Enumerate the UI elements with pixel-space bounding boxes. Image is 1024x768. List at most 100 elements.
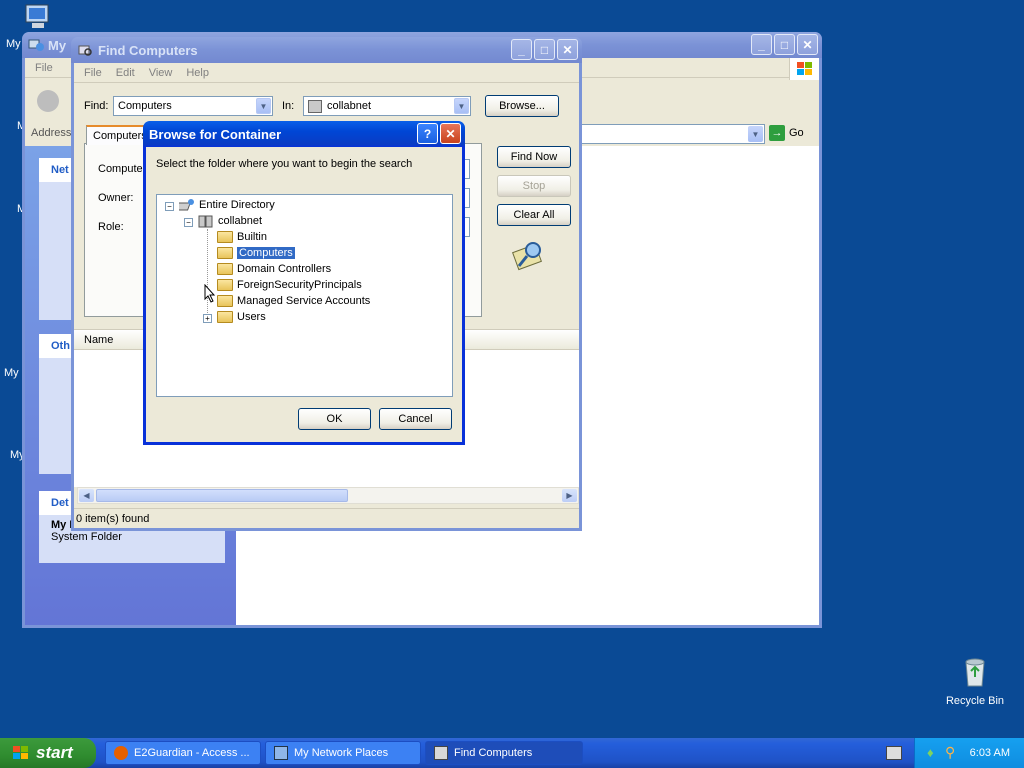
tree-label-computers: Computers	[237, 247, 295, 259]
clear-all-button[interactable]: Clear All	[497, 204, 571, 226]
find-titlebar[interactable]: Find Computers _ □ ✕	[71, 37, 582, 63]
tree-node-foreign-security-principals[interactable]: ForeignSecurityPrincipals	[217, 277, 362, 293]
windows-flag-icon	[13, 746, 28, 759]
scroll-right-button[interactable]: ▶	[562, 489, 577, 502]
find-menu-view[interactable]: View	[143, 65, 179, 81]
clock[interactable]: 6:03 AM	[970, 747, 1010, 759]
tree-node-domain-controllers[interactable]: Domain Controllers	[217, 261, 331, 277]
my-computer-desktop-icon[interactable]	[22, 2, 54, 32]
chevron-down-icon[interactable]: ▼	[256, 98, 271, 114]
task-find-computers[interactable]: Find Computers	[425, 741, 583, 765]
tree-node-users[interactable]: Users	[217, 309, 266, 325]
tab-computers[interactable]: Computers	[86, 125, 150, 145]
explorer-title: My	[48, 37, 67, 53]
firefox-icon	[114, 746, 128, 760]
tree-label-domain: collabnet	[218, 215, 263, 227]
back-button[interactable]	[37, 90, 59, 112]
ok-button[interactable]: OK	[298, 408, 371, 430]
explorer-maximize-button[interactable]: □	[774, 34, 795, 55]
tree-label-root: Entire Directory	[199, 199, 275, 211]
in-location-value: collabnet	[327, 100, 372, 112]
find-computers-icon	[434, 746, 448, 760]
find-close-button[interactable]: ✕	[557, 39, 578, 60]
in-label: In:	[282, 100, 295, 112]
task-find-computers-label: Find Computers	[454, 747, 533, 759]
network-tray-icon[interactable]: ♦	[927, 745, 941, 761]
find-menu-file[interactable]: File	[78, 65, 108, 81]
windows-logo-icon	[796, 62, 812, 75]
browse-button[interactable]: Browse...	[485, 95, 559, 117]
recycle-bin-label: Recycle Bin	[945, 695, 1005, 707]
mouse-cursor-icon	[204, 284, 216, 303]
find-computers-icon	[78, 45, 92, 56]
scroll-thumb[interactable]	[96, 489, 348, 502]
results-hscrollbar[interactable]: ◀ ▶	[77, 487, 579, 504]
find-menu-edit[interactable]: Edit	[110, 65, 141, 81]
tree-collapse-domain[interactable]: −	[184, 218, 193, 227]
task-my-network-places-label: My Network Places	[294, 747, 389, 759]
go-label: Go	[789, 127, 804, 139]
desktop-label-1: My	[6, 38, 21, 50]
explorer-close-button[interactable]: ✕	[797, 34, 818, 55]
task-e2guardian[interactable]: E2Guardian - Access ...	[105, 741, 261, 765]
status-text: 0 item(s) found	[76, 513, 150, 525]
go-arrow-icon: →	[769, 125, 785, 141]
browse-titlebar[interactable]: Browse for Container ? ✕	[143, 121, 465, 147]
browse-title: Browse for Container	[149, 126, 282, 142]
search-animation-icon	[512, 242, 542, 271]
help-button[interactable]: ?	[417, 123, 438, 144]
domain-icon	[198, 215, 213, 228]
tree-collapse-root[interactable]: −	[165, 202, 174, 211]
tree-label-builtin: Builtin	[237, 231, 267, 243]
tree-node-managed-service-accounts[interactable]: Managed Service Accounts	[217, 293, 370, 309]
status-bar: 0 item(s) found	[74, 508, 579, 528]
recycle-bin-icon	[965, 658, 985, 687]
find-type-value: Computers	[118, 100, 172, 112]
recycle-bin-desktop-icon[interactable]: Recycle Bin	[940, 656, 1010, 707]
stop-button[interactable]: Stop	[497, 175, 571, 197]
computer-name-label: Compute	[98, 163, 143, 175]
browse-close-button[interactable]: ✕	[440, 123, 461, 144]
tree-label-managed-service-accounts: Managed Service Accounts	[237, 295, 371, 307]
address-field[interactable]: ▼	[581, 124, 765, 144]
desktop-label-4: My	[4, 367, 19, 379]
browse-instructions: Select the folder where you want to begi…	[156, 158, 413, 170]
scroll-left-button[interactable]: ◀	[79, 489, 94, 502]
tree-node-builtin[interactable]: Builtin	[217, 229, 267, 245]
tree-node-computers[interactable]: Computers	[217, 245, 295, 261]
folder-icon	[217, 311, 233, 323]
go-button[interactable]: → Go	[769, 125, 804, 141]
find-label: Find:	[84, 100, 109, 112]
address-dropdown-arrow[interactable]: ▼	[748, 126, 763, 142]
find-maximize-button[interactable]: □	[534, 39, 555, 60]
find-menubar: File Edit View Help	[74, 63, 579, 83]
language-bar-icon[interactable]	[886, 746, 902, 760]
folder-icon	[217, 295, 233, 307]
search-tray-icon[interactable]: ⚲	[945, 744, 955, 761]
find-now-button[interactable]: Find Now	[497, 146, 571, 168]
find-minimize-button[interactable]: _	[511, 39, 532, 60]
task-my-network-places[interactable]: My Network Places	[265, 741, 421, 765]
cancel-button[interactable]: Cancel	[379, 408, 452, 430]
start-button[interactable]: start	[0, 738, 96, 768]
chevron-down-icon[interactable]: ▼	[454, 98, 469, 114]
tree-guide-line	[207, 229, 208, 319]
find-menu-help[interactable]: Help	[180, 65, 215, 81]
tree-node-collabnet[interactable]: collabnet	[198, 213, 262, 229]
folder-icon	[217, 247, 233, 259]
tree-label-users: Users	[237, 311, 266, 323]
explorer-menu-file[interactable]: File	[29, 60, 59, 76]
explorer-minimize-button[interactable]: _	[751, 34, 772, 55]
system-tray: ♦ ⚲ 6:03 AM	[914, 738, 1024, 768]
folder-icon	[217, 279, 233, 291]
domain-controllers-folder-icon	[217, 263, 233, 275]
tree-node-entire-directory[interactable]: Entire Directory	[179, 197, 275, 213]
directory-icon	[179, 199, 194, 211]
container-tree[interactable]: − Entire Directory − collabnet Builtin C…	[156, 194, 453, 397]
start-label: start	[36, 743, 73, 762]
computer-icon	[25, 4, 49, 28]
owner-label: Owner:	[98, 192, 134, 204]
in-location-select[interactable]: collabnet ▼	[303, 96, 471, 116]
tree-expand-users[interactable]: +	[203, 314, 212, 323]
find-type-select[interactable]: Computers ▼	[113, 96, 273, 116]
